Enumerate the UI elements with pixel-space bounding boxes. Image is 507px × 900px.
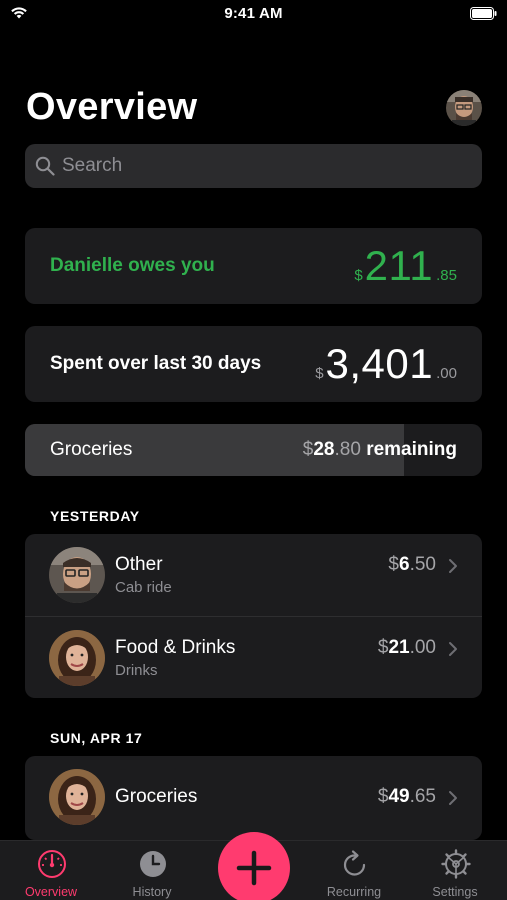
woman-avatar — [49, 769, 105, 825]
man-avatar — [49, 547, 105, 603]
chevron-right-icon — [449, 559, 457, 573]
transaction-list: Groceries $49.65 — [25, 756, 482, 840]
add-expense-button[interactable] — [218, 832, 290, 900]
refresh-icon — [343, 850, 366, 876]
budget-label: Groceries — [50, 439, 133, 460]
search-input[interactable] — [62, 144, 462, 188]
chevron-right-icon — [449, 642, 457, 656]
list-item[interactable]: Food & Drinks Drinks $21.00 — [25, 616, 482, 698]
balance-label: Danielle owes you — [50, 255, 215, 276]
item-currency: $ — [377, 786, 389, 807]
status-bar: 9:41 AM — [0, 0, 507, 28]
budget-remaining: $28.80 remaining — [303, 424, 457, 476]
balance-cents: .85 — [436, 267, 457, 284]
spent-cents: .00 — [436, 365, 457, 382]
budget-progress[interactable]: Groceries $28.80 remaining — [25, 424, 482, 476]
balance-amount: $ 211 .85 — [354, 228, 457, 304]
tab-recurring[interactable]: Recurring — [304, 841, 404, 900]
item-amount: $21.00 — [378, 637, 436, 659]
item-amount-cents: .00 — [409, 637, 436, 658]
gear-icon — [441, 849, 471, 879]
search-bar[interactable] — [25, 144, 482, 188]
item-note: Cab ride — [115, 579, 172, 596]
tab-label: Settings — [432, 885, 478, 899]
item-amount: $6.50 — [388, 554, 436, 576]
man-avatar — [446, 90, 482, 126]
battery-icon — [470, 7, 497, 20]
balance-whole: 211 — [364, 242, 434, 289]
status-time: 9:41 AM — [224, 5, 283, 22]
spent-card[interactable]: Spent over last 30 days $ 3,401 .00 — [25, 326, 482, 402]
item-amount-whole: 49 — [388, 786, 410, 807]
tab-settings[interactable]: Settings — [405, 841, 505, 900]
search-icon — [35, 156, 55, 176]
profile-avatar[interactable] — [446, 90, 482, 126]
chevron-right-icon — [449, 791, 457, 805]
item-category: Food & Drinks — [115, 637, 236, 658]
tab-history[interactable]: History — [102, 841, 202, 900]
section-header: YESTERDAY — [50, 508, 140, 524]
item-amount-cents: .50 — [409, 554, 436, 575]
spent-whole: 3,401 — [325, 340, 434, 387]
balance-card[interactable]: Danielle owes you $ 211 .85 — [25, 228, 482, 304]
gauge-icon — [38, 850, 66, 878]
avatar — [49, 630, 105, 686]
avatar — [49, 547, 105, 603]
plus-icon — [236, 850, 272, 886]
spent-label: Spent over last 30 days — [50, 353, 262, 374]
tab-label: History — [132, 885, 172, 899]
item-category: Groceries — [115, 786, 198, 807]
budget-suffix: remaining — [360, 439, 457, 460]
clock-icon — [140, 851, 166, 877]
budget-cents: .80 — [334, 439, 361, 460]
item-currency: $ — [388, 554, 399, 575]
budget-currency: $ — [302, 439, 314, 460]
item-amount-whole: 21 — [388, 637, 410, 658]
tab-label: Overview — [24, 885, 78, 899]
item-amount-cents: .65 — [409, 786, 436, 807]
spent-amount: $ 3,401 .00 — [315, 326, 457, 402]
transaction-list: Other Cab ride $6.50 Food & Drinks Drink… — [25, 534, 482, 698]
avatar — [49, 769, 105, 825]
page-title: Overview — [26, 86, 198, 128]
budget-whole: 28 — [313, 439, 335, 460]
item-amount-whole: 6 — [399, 554, 410, 575]
tab-label: Recurring — [326, 885, 382, 899]
item-amount: $49.65 — [378, 786, 436, 808]
item-note: Drinks — [115, 662, 158, 679]
item-currency: $ — [377, 637, 389, 658]
item-category: Other — [115, 554, 163, 575]
list-item[interactable]: Other Cab ride $6.50 — [25, 534, 482, 616]
balance-currency: $ — [354, 267, 363, 284]
woman-avatar — [49, 630, 105, 686]
list-item[interactable]: Groceries $49.65 — [25, 756, 482, 838]
tab-overview[interactable]: Overview — [1, 841, 101, 900]
section-header: SUN, APR 17 — [50, 730, 143, 746]
spent-currency: $ — [315, 365, 324, 382]
